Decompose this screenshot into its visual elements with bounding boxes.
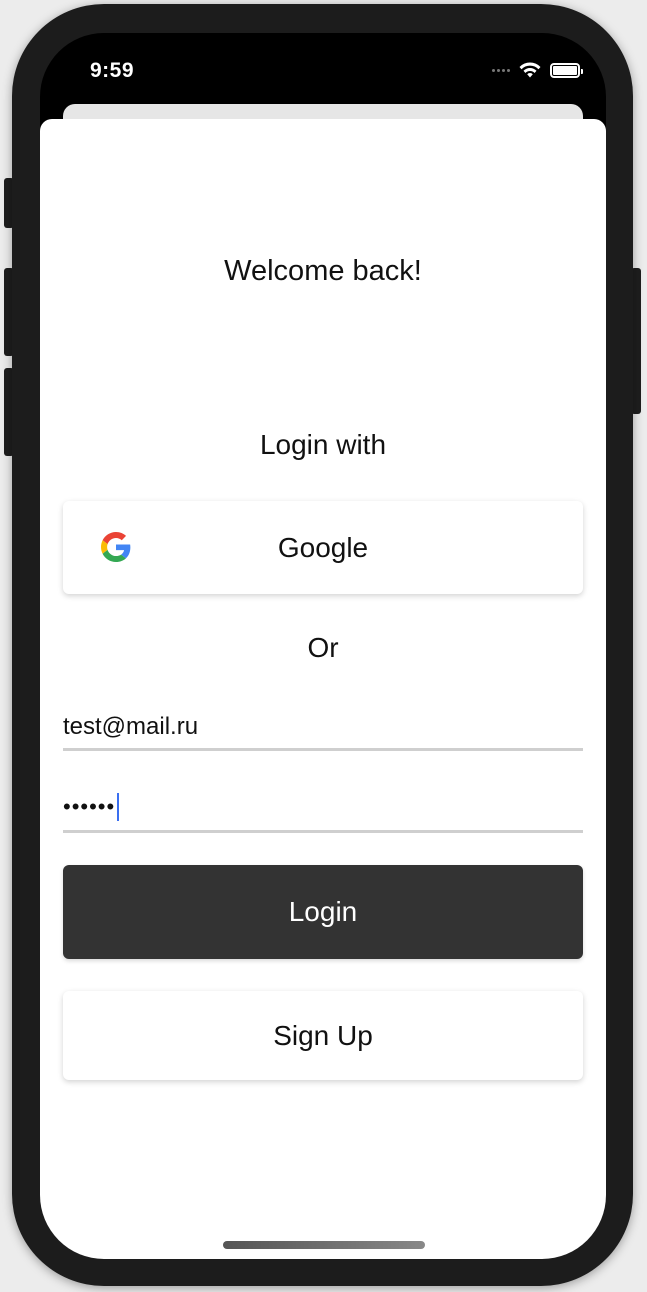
email-field[interactable]: test@mail.ru [63, 711, 583, 751]
wifi-icon [519, 62, 541, 78]
sign-up-button-label: Sign Up [273, 1019, 373, 1051]
home-indicator[interactable] [223, 1241, 425, 1249]
login-button-label: Login [288, 896, 358, 927]
login-button[interactable]: Login [63, 865, 583, 959]
status-time: 9:59 [90, 59, 135, 82]
page-title: Welcome back! [224, 255, 422, 287]
battery-icon [550, 62, 583, 78]
google-button-label: Google [277, 531, 369, 563]
password-field[interactable]: •••••• [63, 791, 583, 833]
password-value: •••••• [63, 794, 116, 819]
email-value: test@mail.ru [63, 713, 199, 740]
phone-screen: 9:59 Welcome back! Login with Google Or … [40, 33, 606, 1259]
google-icon [101, 532, 131, 562]
google-login-button[interactable]: Google [63, 501, 583, 594]
text-caret [117, 793, 120, 821]
device-stage: 9:59 Welcome back! Login with Google Or … [0, 0, 647, 1292]
or-divider-label: Or [307, 632, 339, 663]
notch [171, 33, 476, 83]
status-icons [492, 61, 583, 79]
login-with-label: Login with [259, 429, 387, 460]
login-sheet: Welcome back! Login with Google Or test@… [40, 119, 606, 1259]
phone-frame: 9:59 Welcome back! Login with Google Or … [12, 4, 633, 1286]
sign-up-button[interactable]: Sign Up [63, 991, 583, 1080]
signal-icon [492, 68, 510, 72]
password-value-wrap: •••••• [63, 793, 120, 821]
